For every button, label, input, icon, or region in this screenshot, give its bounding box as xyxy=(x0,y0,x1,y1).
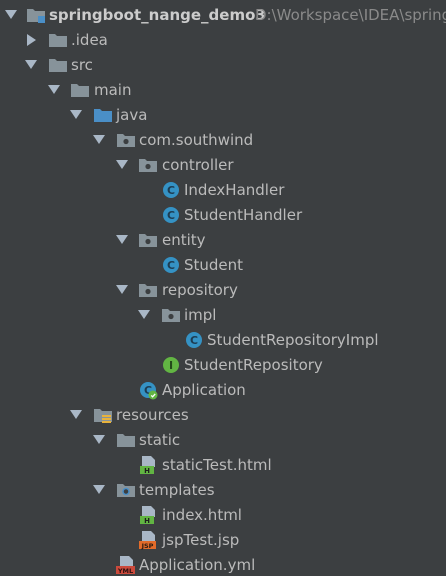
tree-label: jspTest.jsp xyxy=(162,531,240,549)
package-icon xyxy=(116,130,136,150)
tree-row-studentrepositoryimpl[interactable]: C StudentRepositoryImpl xyxy=(0,328,446,353)
folder-icon xyxy=(70,80,90,100)
svg-text:C: C xyxy=(167,184,175,197)
svg-text:C: C xyxy=(167,259,175,272)
svg-text:C: C xyxy=(167,209,175,222)
tree-label: IndexHandler xyxy=(184,181,285,199)
tree-row-java[interactable]: java xyxy=(0,103,446,128)
tree-label: entity xyxy=(162,231,206,249)
tree-row-studentrepository[interactable]: I StudentRepository xyxy=(0,353,446,378)
class-icon: C xyxy=(161,205,181,225)
tree-row-templates[interactable]: templates xyxy=(0,478,446,503)
yml-file-icon: YML xyxy=(116,555,136,575)
class-icon: C xyxy=(161,255,181,275)
svg-text:H: H xyxy=(144,467,150,475)
package-icon xyxy=(138,155,158,175)
collapse-arrow-icon[interactable] xyxy=(27,34,36,46)
tree-label: StudentRepository xyxy=(184,356,323,374)
expand-arrow-icon[interactable] xyxy=(93,485,105,494)
source-root-folder-icon xyxy=(93,105,113,125)
html-file-icon: H xyxy=(138,505,158,525)
tree-row-studenthandler[interactable]: C StudentHandler xyxy=(0,203,446,228)
tree-row-resources[interactable]: resources xyxy=(0,403,446,428)
tree-label: StudentRepositoryImpl xyxy=(207,331,379,349)
tree-row-project-root[interactable]: springboot_nange_demo3 D:\Workspace\IDEA… xyxy=(0,3,446,28)
tree-label: static xyxy=(139,431,181,449)
project-name: springboot_nange_demo3 xyxy=(49,6,266,24)
tree-row-com-southwind[interactable]: com.southwind xyxy=(0,128,446,153)
spring-boot-app-icon: C xyxy=(138,380,158,400)
tree-row-repository[interactable]: repository xyxy=(0,278,446,303)
tree-row-application[interactable]: C Application xyxy=(0,378,446,403)
tree-row-indexhandler[interactable]: C IndexHandler xyxy=(0,178,446,203)
expand-arrow-icon[interactable] xyxy=(70,110,82,119)
tree-label: resources xyxy=(116,406,189,424)
tree-label: .idea xyxy=(71,31,108,49)
expand-arrow-icon[interactable] xyxy=(48,85,60,94)
tree-label: src xyxy=(71,56,93,74)
tree-row-idea[interactable]: .idea xyxy=(0,28,446,53)
folder-icon xyxy=(48,55,68,75)
tree-label: java xyxy=(116,106,148,124)
expand-arrow-icon[interactable] xyxy=(93,135,105,144)
package-icon xyxy=(138,230,158,250)
tree-label: staticTest.html xyxy=(162,456,272,474)
svg-text:C: C xyxy=(190,334,198,347)
templates-folder-icon xyxy=(116,480,136,500)
expand-arrow-icon[interactable] xyxy=(138,310,150,319)
tree-row-jsptest-jsp[interactable]: JSP jspTest.jsp xyxy=(0,528,446,553)
tree-label: impl xyxy=(184,306,217,324)
expand-arrow-icon[interactable] xyxy=(116,235,128,244)
tree-row-impl[interactable]: impl xyxy=(0,303,446,328)
module-folder-icon xyxy=(26,5,46,25)
expand-arrow-icon[interactable] xyxy=(116,160,128,169)
expand-arrow-icon[interactable] xyxy=(25,60,37,69)
tree-label: Application.yml xyxy=(139,556,256,574)
folder-icon xyxy=(116,430,136,450)
folder-icon xyxy=(48,30,68,50)
package-icon xyxy=(161,305,181,325)
tree-label: Application xyxy=(162,381,246,399)
tree-label: main xyxy=(94,81,132,99)
tree-row-controller[interactable]: controller xyxy=(0,153,446,178)
tree-label: templates xyxy=(139,481,215,499)
class-icon: C xyxy=(184,330,204,350)
tree-row-src[interactable]: src xyxy=(0,53,446,78)
tree-label: controller xyxy=(162,156,234,174)
tree-label: Student xyxy=(184,256,244,274)
package-icon xyxy=(138,280,158,300)
expand-arrow-icon[interactable] xyxy=(116,285,128,294)
project-tree: springboot_nange_demo3 D:\Workspace\IDEA… xyxy=(0,0,446,576)
tree-row-entity[interactable]: entity xyxy=(0,228,446,253)
resources-root-folder-icon xyxy=(93,405,113,425)
tree-label: repository xyxy=(162,281,238,299)
project-path: D:\Workspace\IDEA\spring xyxy=(255,6,446,24)
tree-row-application-yml[interactable]: YML Application.yml xyxy=(0,553,446,576)
tree-label: com.southwind xyxy=(139,131,254,149)
svg-text:YML: YML xyxy=(117,567,133,575)
tree-row-main[interactable]: main xyxy=(0,78,446,103)
expand-arrow-icon[interactable] xyxy=(5,10,17,19)
svg-text:JSP: JSP xyxy=(141,542,154,550)
svg-text:I: I xyxy=(169,359,173,372)
expand-arrow-icon[interactable] xyxy=(93,435,105,444)
jsp-file-icon: JSP xyxy=(138,530,158,550)
tree-row-student[interactable]: C Student xyxy=(0,253,446,278)
tree-row-static[interactable]: static xyxy=(0,428,446,453)
interface-icon: I xyxy=(161,355,181,375)
tree-label: StudentHandler xyxy=(184,206,303,224)
expand-arrow-icon[interactable] xyxy=(70,410,82,419)
svg-text:H: H xyxy=(144,517,150,525)
tree-label: index.html xyxy=(162,506,242,524)
tree-row-index-html[interactable]: H index.html xyxy=(0,503,446,528)
tree-row-statictest-html[interactable]: H staticTest.html xyxy=(0,453,446,478)
class-icon: C xyxy=(161,180,181,200)
html-file-icon: H xyxy=(138,455,158,475)
